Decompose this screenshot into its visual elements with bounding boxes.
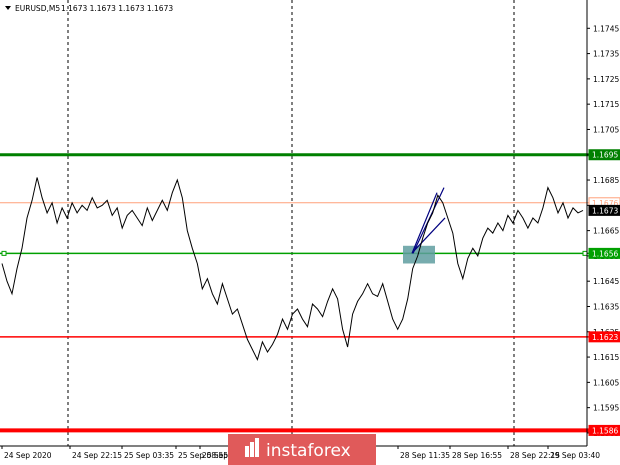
x-tick-label: 25 Sep 03:35 [124,451,174,460]
level-handle[interactable] [1,250,7,256]
y-tick-label: 1.1605 [593,378,619,387]
x-tick-label: 24 Sep 2020 [4,451,52,460]
entry-box[interactable] [403,245,435,264]
chart-background [0,0,620,465]
y-tick-label: 1.1725 [593,75,619,84]
level-tag-label: 1.1623 [592,333,618,342]
y-tick-label: 1.1685 [593,176,619,185]
symbol-label: EURUSD,M5 [15,4,60,13]
level-tag-label: 1.1695 [592,151,618,160]
x-tick-label: 24 Sep 22:15 [72,451,122,460]
y-tick-label: 1.1595 [593,404,619,413]
x-tick-label: 25 Sep [202,451,228,460]
x-tick-label: 29 Sep 03:40 [550,451,600,460]
price-chart: 1.1745 1.1735 1.1725 1.1715 1.1705 1.1695 1.16… [0,0,620,465]
y-tick-label: 1.1615 [593,353,619,362]
y-tick-label: 1.1735 [593,50,619,59]
chart-header: EURUSD,M5 1.1673 1.1673 1.1673 1.1673 [5,4,173,13]
level-handle[interactable] [582,250,588,256]
ohlc-values: 1.1673 1.1673 1.1673 1.1673 [61,4,173,13]
y-tick-label: 1.1645 [593,277,619,286]
y-tick-label: 1.1665 [593,227,619,236]
y-tick-label: 1.1705 [593,125,619,134]
y-tick-label: 1.1635 [593,302,619,311]
y-tick-label: 1.1715 [593,100,619,109]
watermark-brand: instaforex [266,441,351,461]
level-tag-label: 1.1586 [592,426,618,435]
level-tag-label: 1.1673 [592,206,618,215]
y-tick-label: 1.1745 [593,24,619,33]
x-tick-label: 28 Sep 11:35 [400,451,450,460]
level-tag-label: 1.1656 [592,249,618,258]
watermark: instaforex [228,434,376,465]
x-tick-label: 28 Sep 16:55 [452,451,502,460]
